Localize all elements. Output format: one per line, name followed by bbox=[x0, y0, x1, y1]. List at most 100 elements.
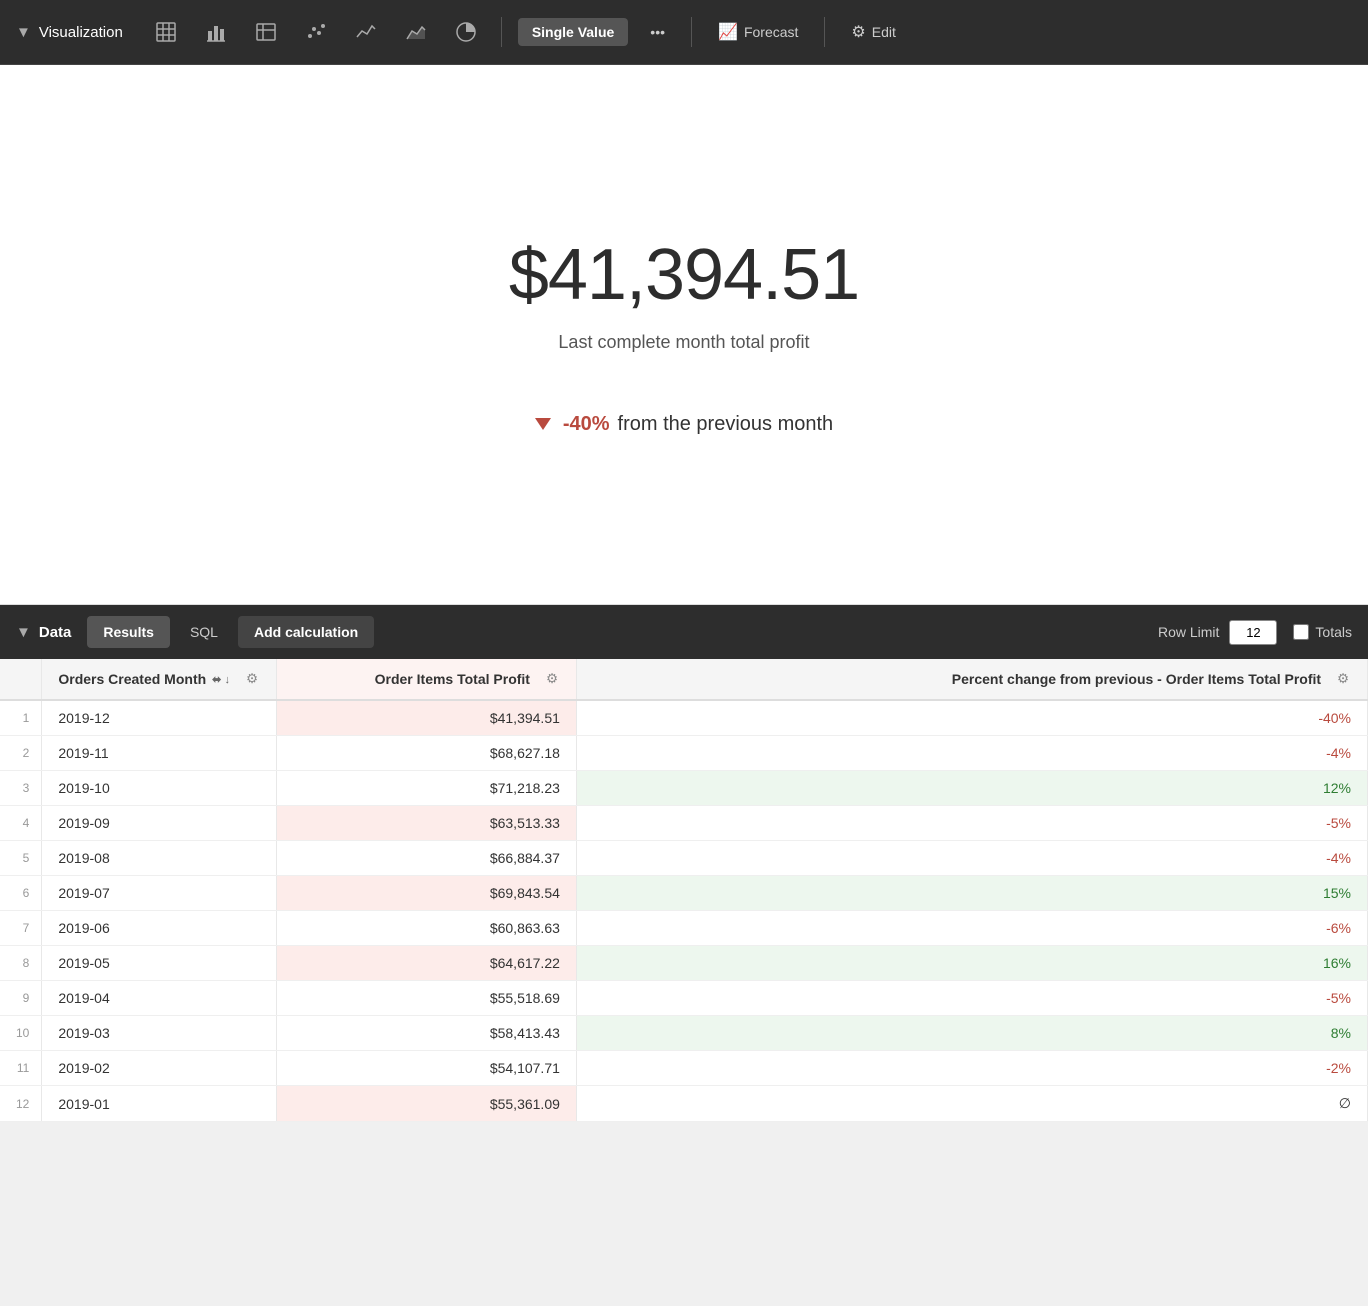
cell-pct: -2% bbox=[576, 1051, 1367, 1086]
comparison-value: -40% bbox=[563, 413, 610, 436]
cell-pct: -5% bbox=[576, 981, 1367, 1016]
totals-checkbox[interactable] bbox=[1293, 624, 1309, 640]
cell-profit: $55,361.09 bbox=[276, 1086, 576, 1122]
cell-month: 2019-12 bbox=[42, 700, 277, 736]
sort-icon: ⬌ ↓ bbox=[212, 673, 230, 686]
cell-row-num: 4 bbox=[0, 806, 42, 841]
cell-month: 2019-04 bbox=[42, 981, 277, 1016]
cell-month: 2019-09 bbox=[42, 806, 277, 841]
cell-pct: 15% bbox=[576, 876, 1367, 911]
tab-add-calculation[interactable]: Add calculation bbox=[238, 616, 374, 648]
cell-row-num: 10 bbox=[0, 1016, 42, 1051]
data-table-container: Orders Created Month ⬌ ↓ ⚙ Order Items T… bbox=[0, 659, 1368, 1122]
chevron-down-icon-data: ▼ bbox=[16, 624, 31, 641]
cell-row-num: 1 bbox=[0, 700, 42, 736]
row-limit-input[interactable] bbox=[1229, 620, 1277, 645]
month-col-label: Orders Created Month bbox=[58, 671, 206, 687]
th-month: Orders Created Month ⬌ ↓ ⚙ bbox=[42, 659, 277, 700]
profit-col-gear[interactable]: ⚙ bbox=[544, 669, 560, 689]
data-toolbar: ▼ Data Results SQL Add calculation Row L… bbox=[0, 605, 1368, 659]
cell-row-num: 2 bbox=[0, 736, 42, 771]
table-row: 102019-03$58,413.438% bbox=[0, 1016, 1368, 1051]
single-value-display: $41,394.51 bbox=[509, 234, 859, 316]
pct-col-header: Percent change from previous - Order Ite… bbox=[952, 669, 1351, 689]
toolbar-divider-1 bbox=[501, 17, 502, 47]
table-body: 12019-12$41,394.51-40%22019-11$68,627.18… bbox=[0, 700, 1368, 1122]
table-row: 12019-12$41,394.51-40% bbox=[0, 700, 1368, 736]
profit-col-header: Order Items Total Profit ⚙ bbox=[375, 669, 560, 689]
tab-results[interactable]: Results bbox=[87, 616, 170, 648]
cell-row-num: 5 bbox=[0, 841, 42, 876]
pct-col-gear[interactable]: ⚙ bbox=[1335, 669, 1351, 689]
cell-month: 2019-08 bbox=[42, 841, 277, 876]
table-viz-button[interactable] bbox=[147, 15, 185, 49]
totals-label: Totals bbox=[1293, 624, 1352, 640]
cell-row-num: 11 bbox=[0, 1051, 42, 1086]
cell-row-num: 7 bbox=[0, 911, 42, 946]
cell-pct: -5% bbox=[576, 806, 1367, 841]
cell-pct: 12% bbox=[576, 771, 1367, 806]
cell-month: 2019-06 bbox=[42, 911, 277, 946]
table-row: 52019-08$66,884.37-4% bbox=[0, 841, 1368, 876]
visualization-toolbar: ▼ Visualization bbox=[0, 0, 1368, 65]
cell-pct: -4% bbox=[576, 841, 1367, 876]
cell-month: 2019-02 bbox=[42, 1051, 277, 1086]
visualization-title: ▼ Visualization bbox=[16, 24, 123, 41]
profit-col-label: Order Items Total Profit bbox=[375, 671, 530, 687]
th-pct: Percent change from previous - Order Ite… bbox=[576, 659, 1367, 700]
cell-pct: -40% bbox=[576, 700, 1367, 736]
table-row: 82019-05$64,617.2216% bbox=[0, 946, 1368, 981]
toolbar-divider-3 bbox=[824, 17, 825, 47]
cell-profit: $71,218.23 bbox=[276, 771, 576, 806]
line-viz-button[interactable] bbox=[347, 15, 385, 49]
cell-month: 2019-01 bbox=[42, 1086, 277, 1122]
tab-sql[interactable]: SQL bbox=[174, 616, 234, 648]
month-col-gear[interactable]: ⚙ bbox=[244, 669, 260, 689]
cell-profit: $69,843.54 bbox=[276, 876, 576, 911]
more-options-button[interactable]: ••• bbox=[640, 18, 675, 46]
table-row: 42019-09$63,513.33-5% bbox=[0, 806, 1368, 841]
row-limit-label: Row Limit bbox=[1158, 624, 1219, 640]
cell-profit: $63,513.33 bbox=[276, 806, 576, 841]
trend-down-icon bbox=[535, 418, 551, 430]
cell-pct: -4% bbox=[576, 736, 1367, 771]
table-row: 32019-10$71,218.2312% bbox=[0, 771, 1368, 806]
cell-pct: -6% bbox=[576, 911, 1367, 946]
cell-row-num: 6 bbox=[0, 876, 42, 911]
comparison-row: -40% from the previous month bbox=[535, 413, 833, 436]
table-row: 22019-11$68,627.18-4% bbox=[0, 736, 1368, 771]
cell-profit: $58,413.43 bbox=[276, 1016, 576, 1051]
forecast-button[interactable]: 📈 Forecast bbox=[708, 16, 808, 48]
cell-profit: $68,627.18 bbox=[276, 736, 576, 771]
table-row: 122019-01$55,361.09∅ bbox=[0, 1086, 1368, 1122]
comparison-prefix: from the previous month bbox=[618, 413, 834, 436]
cell-row-num: 12 bbox=[0, 1086, 42, 1122]
data-section-title: ▼ Data bbox=[16, 624, 71, 641]
cell-pct: 8% bbox=[576, 1016, 1367, 1051]
cell-month: 2019-05 bbox=[42, 946, 277, 981]
cell-month: 2019-07 bbox=[42, 876, 277, 911]
table-row: 72019-06$60,863.63-6% bbox=[0, 911, 1368, 946]
pie-viz-button[interactable] bbox=[447, 15, 485, 49]
edit-icon: ⚙ bbox=[851, 22, 865, 42]
cell-profit: $41,394.51 bbox=[276, 700, 576, 736]
th-row-num bbox=[0, 659, 42, 700]
cell-pct: 16% bbox=[576, 946, 1367, 981]
table-row: 62019-07$69,843.5415% bbox=[0, 876, 1368, 911]
cell-profit: $54,107.71 bbox=[276, 1051, 576, 1086]
cell-month: 2019-11 bbox=[42, 736, 277, 771]
bar-viz-button[interactable] bbox=[197, 15, 235, 49]
edit-button[interactable]: ⚙ Edit bbox=[841, 16, 905, 48]
area-viz-button[interactable] bbox=[397, 15, 435, 49]
single-value-button[interactable]: Single Value bbox=[518, 18, 628, 46]
th-profit: Order Items Total Profit ⚙ bbox=[276, 659, 576, 700]
table-header-row: Orders Created Month ⬌ ↓ ⚙ Order Items T… bbox=[0, 659, 1368, 700]
scatter-viz-button[interactable] bbox=[297, 15, 335, 49]
cell-row-num: 9 bbox=[0, 981, 42, 1016]
list-viz-button[interactable] bbox=[247, 15, 285, 49]
chevron-down-icon: ▼ bbox=[16, 24, 31, 41]
cell-profit: $66,884.37 bbox=[276, 841, 576, 876]
cell-row-num: 3 bbox=[0, 771, 42, 806]
cell-row-num: 8 bbox=[0, 946, 42, 981]
cell-profit: $60,863.63 bbox=[276, 911, 576, 946]
